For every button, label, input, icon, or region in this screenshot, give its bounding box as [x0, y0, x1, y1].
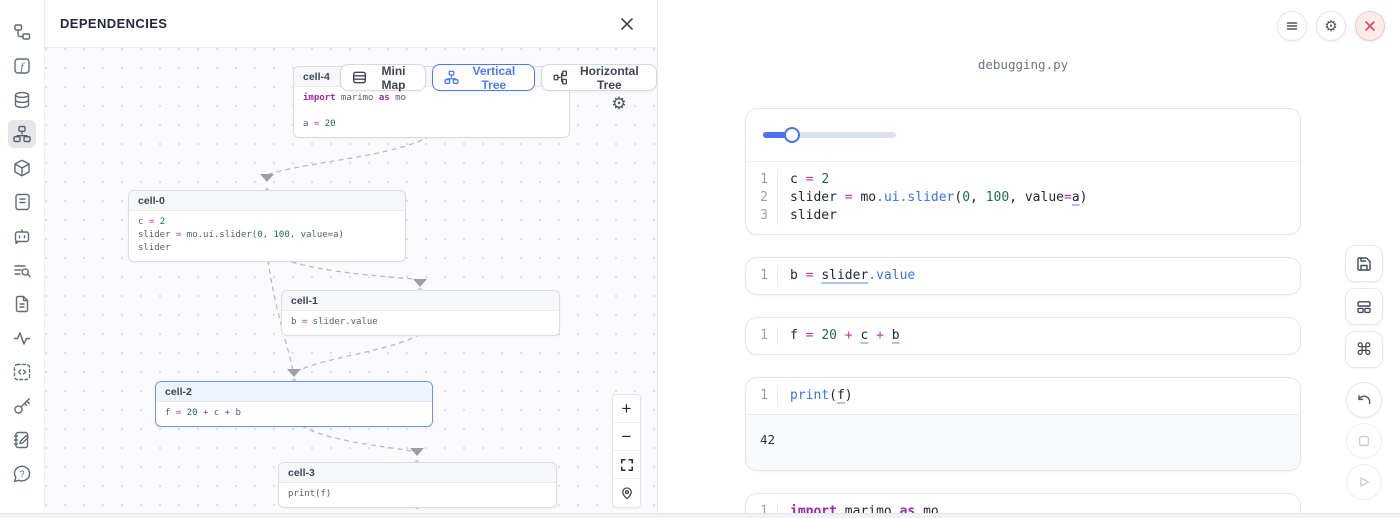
notebook-filename[interactable]: debugging.py: [745, 57, 1301, 72]
svg-text:?: ?: [19, 469, 24, 479]
horizontal-tree-label: Horizontal Tree: [574, 64, 645, 92]
horizontal-tree-button[interactable]: Horizontal Tree: [541, 64, 657, 91]
graph-node-code: b = slider.value: [282, 311, 559, 335]
file-tree-icon[interactable]: [8, 18, 36, 46]
graph-node-title: cell-3: [279, 463, 556, 483]
scroll-logs-icon[interactable]: [8, 188, 36, 216]
slider-output: [746, 109, 1300, 162]
vertical-tree-label: Vertical Tree: [465, 64, 523, 92]
graph-node-code: import marimo as mo a = 20: [294, 87, 569, 137]
stop-icon[interactable]: [1346, 423, 1382, 459]
zoom-in-button[interactable]: +: [613, 395, 640, 423]
undo-icon[interactable]: [1346, 382, 1382, 418]
locate-pin-button[interactable]: [613, 479, 640, 507]
save-icon[interactable]: [1345, 245, 1383, 282]
tracing-icon[interactable]: [8, 324, 36, 352]
dependency-graph-canvas[interactable]: cell-4import marimo as mo a = 20cell-0c …: [45, 48, 657, 513]
bottom-strip: [0, 513, 1400, 518]
marimo-app: f ? DEPENDENCIES: [0, 0, 1400, 518]
code-editor[interactable]: 1f = 20 + c + b: [746, 318, 1300, 354]
dependencies-header: DEPENDENCIES: [45, 0, 657, 48]
notebook-cells: 1c = 22slider = mo.ui.slider(0, 100, val…: [745, 108, 1301, 518]
minimap-button[interactable]: Mini Map: [340, 64, 426, 91]
graph-node-title: cell-2: [156, 382, 432, 402]
graph-node-cell-0[interactable]: cell-0c = 2slider = mo.ui.slider(0, 100,…: [128, 190, 406, 262]
panel-title: DEPENDENCIES: [60, 16, 167, 31]
graph-node-code: print(f): [279, 483, 556, 507]
code-editor[interactable]: 1b = slider.value: [746, 258, 1300, 294]
settings-gear-icon[interactable]: ⚙: [1316, 11, 1346, 41]
notebook-action-rail: ⌘: [1345, 245, 1383, 505]
notebook-column: debugging.py 1c = 22slider = mo.ui.slide…: [745, 0, 1301, 518]
scratchpad-icon[interactable]: [8, 426, 36, 454]
shutdown-close-icon[interactable]: [1355, 11, 1385, 41]
code-editor[interactable]: 1print(f): [746, 378, 1300, 414]
graph-node-cell-2[interactable]: cell-2f = 20 + c + b: [155, 381, 433, 427]
graph-node-code: c = 2slider = mo.ui.slider(0, 100, value…: [129, 211, 405, 261]
layout-panels-icon[interactable]: [1345, 288, 1383, 325]
left-icon-rail: f ?: [0, 0, 45, 518]
database-icon[interactable]: [8, 86, 36, 114]
notebook-cell: 1b = slider.value: [745, 257, 1301, 295]
minimap-label: Mini Map: [373, 64, 414, 92]
fit-view-button[interactable]: [613, 451, 640, 479]
top-right-controls: ⚙: [1277, 11, 1385, 41]
snippets-icon[interactable]: [8, 358, 36, 386]
notebook-cell: 1print(f)42: [745, 377, 1301, 471]
graph-node-code: f = 20 + c + b: [156, 402, 432, 426]
close-panel-button[interactable]: [615, 12, 639, 36]
package-icon[interactable]: [8, 154, 36, 182]
graph-settings-gear-icon[interactable]: ⚙: [609, 94, 629, 114]
svg-text:f: f: [20, 61, 25, 73]
menu-icon[interactable]: [1277, 11, 1307, 41]
outline-search-icon[interactable]: [8, 256, 36, 284]
graph-node-cell-1[interactable]: cell-1b = slider.value: [281, 290, 560, 336]
graph-node-title: cell-1: [282, 291, 559, 311]
dependency-graph-icon[interactable]: [8, 120, 36, 148]
run-play-icon[interactable]: [1346, 464, 1382, 500]
document-icon[interactable]: [8, 290, 36, 318]
vertical-tree-button[interactable]: Vertical Tree: [432, 64, 535, 91]
graph-node-title: cell-0: [129, 191, 405, 211]
slider-thumb[interactable]: [784, 127, 800, 143]
secrets-key-icon[interactable]: [8, 392, 36, 420]
dependencies-panel: DEPENDENCIES: [45, 0, 658, 513]
function-icon[interactable]: f: [8, 52, 36, 80]
zoom-controls: + −: [612, 394, 641, 508]
command-shortcuts-icon[interactable]: ⌘: [1345, 331, 1383, 368]
slider-track[interactable]: [763, 132, 896, 138]
cell-output: 42: [746, 414, 1300, 470]
notebook-cell: 1f = 20 + c + b: [745, 317, 1301, 355]
code-editor[interactable]: 1c = 22slider = mo.ui.slider(0, 100, val…: [746, 162, 1300, 234]
notebook-cell: 1c = 22slider = mo.ui.slider(0, 100, val…: [745, 108, 1301, 235]
help-icon[interactable]: ?: [8, 460, 36, 488]
notebook-area: ⚙ debugging.py 1c = 22slider = mo.ui.sli…: [658, 0, 1400, 518]
graph-view-toolbar: Mini Map Vertical Tree Horizontal Tree: [340, 64, 657, 91]
graph-node-cell-3[interactable]: cell-3print(f): [278, 462, 557, 508]
zoom-out-button[interactable]: −: [613, 423, 640, 451]
chat-bot-icon[interactable]: [8, 222, 36, 250]
